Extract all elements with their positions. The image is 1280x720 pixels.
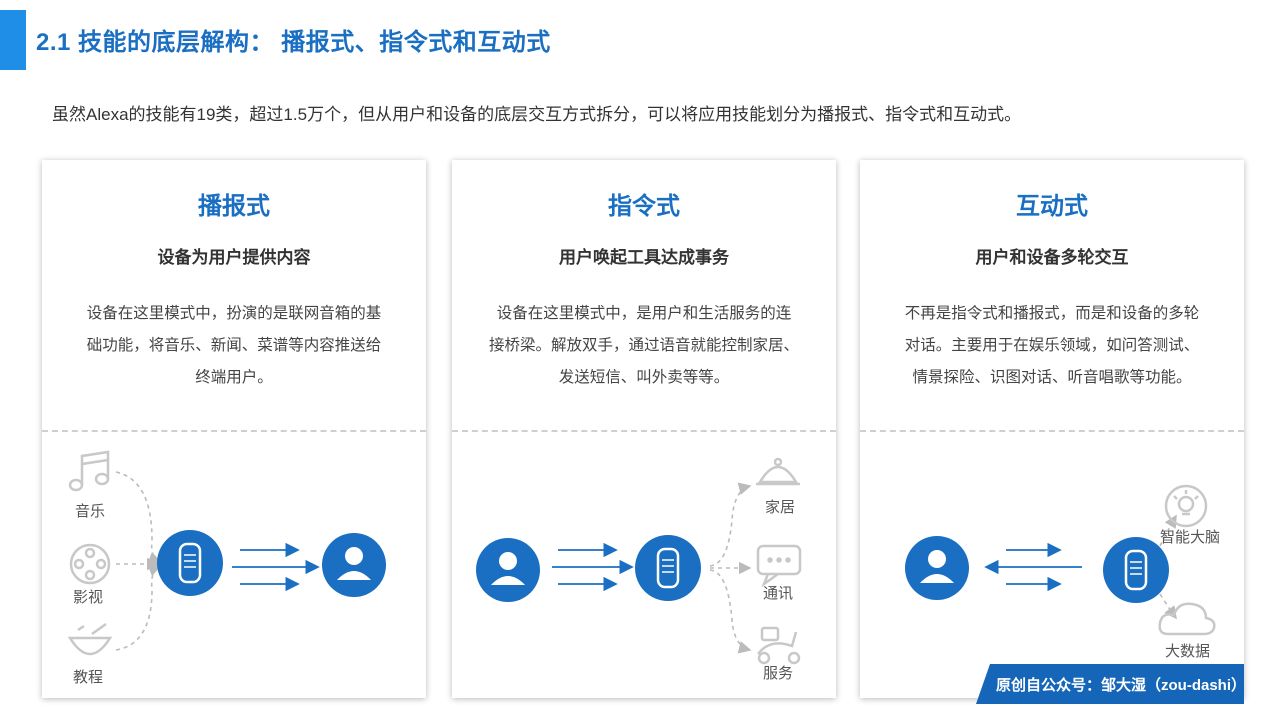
cooking-bowl-icon (67, 622, 113, 656)
user-node (476, 538, 540, 602)
music-note-icon (68, 450, 110, 492)
item-label: 大数据 (1165, 643, 1210, 660)
user-node (905, 536, 969, 600)
footer-badge-text: 原创自公众号：邹大湿（zou-dashi） (996, 677, 1246, 694)
item-label: 影视 (73, 589, 103, 606)
broadcast-diagram: 音乐 影视 教程 (67, 450, 386, 686)
title-accent-bar (0, 10, 26, 70)
scooter-icon (757, 626, 801, 665)
item-label: 教程 (73, 669, 103, 686)
film-reel-icon (69, 543, 111, 585)
chat-bubble-icon (756, 544, 802, 588)
item-label: 家居 (765, 499, 795, 516)
speaker-device-node (635, 535, 701, 601)
command-diagram: 家居 通讯 服务 (476, 457, 802, 682)
cloche-icon (756, 457, 800, 486)
item-label: 音乐 (75, 503, 105, 520)
speaker-device-node (157, 530, 223, 596)
item-label: 服务 (763, 665, 793, 682)
cloud-icon (1158, 602, 1216, 636)
card-broadcast: 播报式 设备为用户提供内容 设备在这里模式中，扮演的是联网音箱的基 础功能，将音… (42, 160, 426, 698)
page-title: 2.1 技能的底层解构： 播报式、指令式和互动式 (36, 29, 551, 56)
card-command: 指令式 用户唤起工具达成事务 设备在这里模式中，是用户和生活服务的连 接桥梁。解… (452, 160, 836, 698)
interactive-diagram: 智能大脑 大数据 (905, 484, 1220, 660)
lightbulb-icon (1164, 484, 1208, 528)
card-interactive: 互动式 用户和设备多轮交互 不再是指令式和播报式，而是和设备的多轮 对话。主要用… (860, 160, 1244, 698)
user-node (322, 533, 386, 597)
item-label: 智能大脑 (1160, 528, 1220, 546)
speaker-device-node (1103, 537, 1169, 603)
intro-text: 虽然Alexa的技能有19类，超过1.5万个，但从用户和设备的底层交互方式拆分，… (52, 105, 1022, 124)
item-label: 通讯 (763, 585, 793, 602)
